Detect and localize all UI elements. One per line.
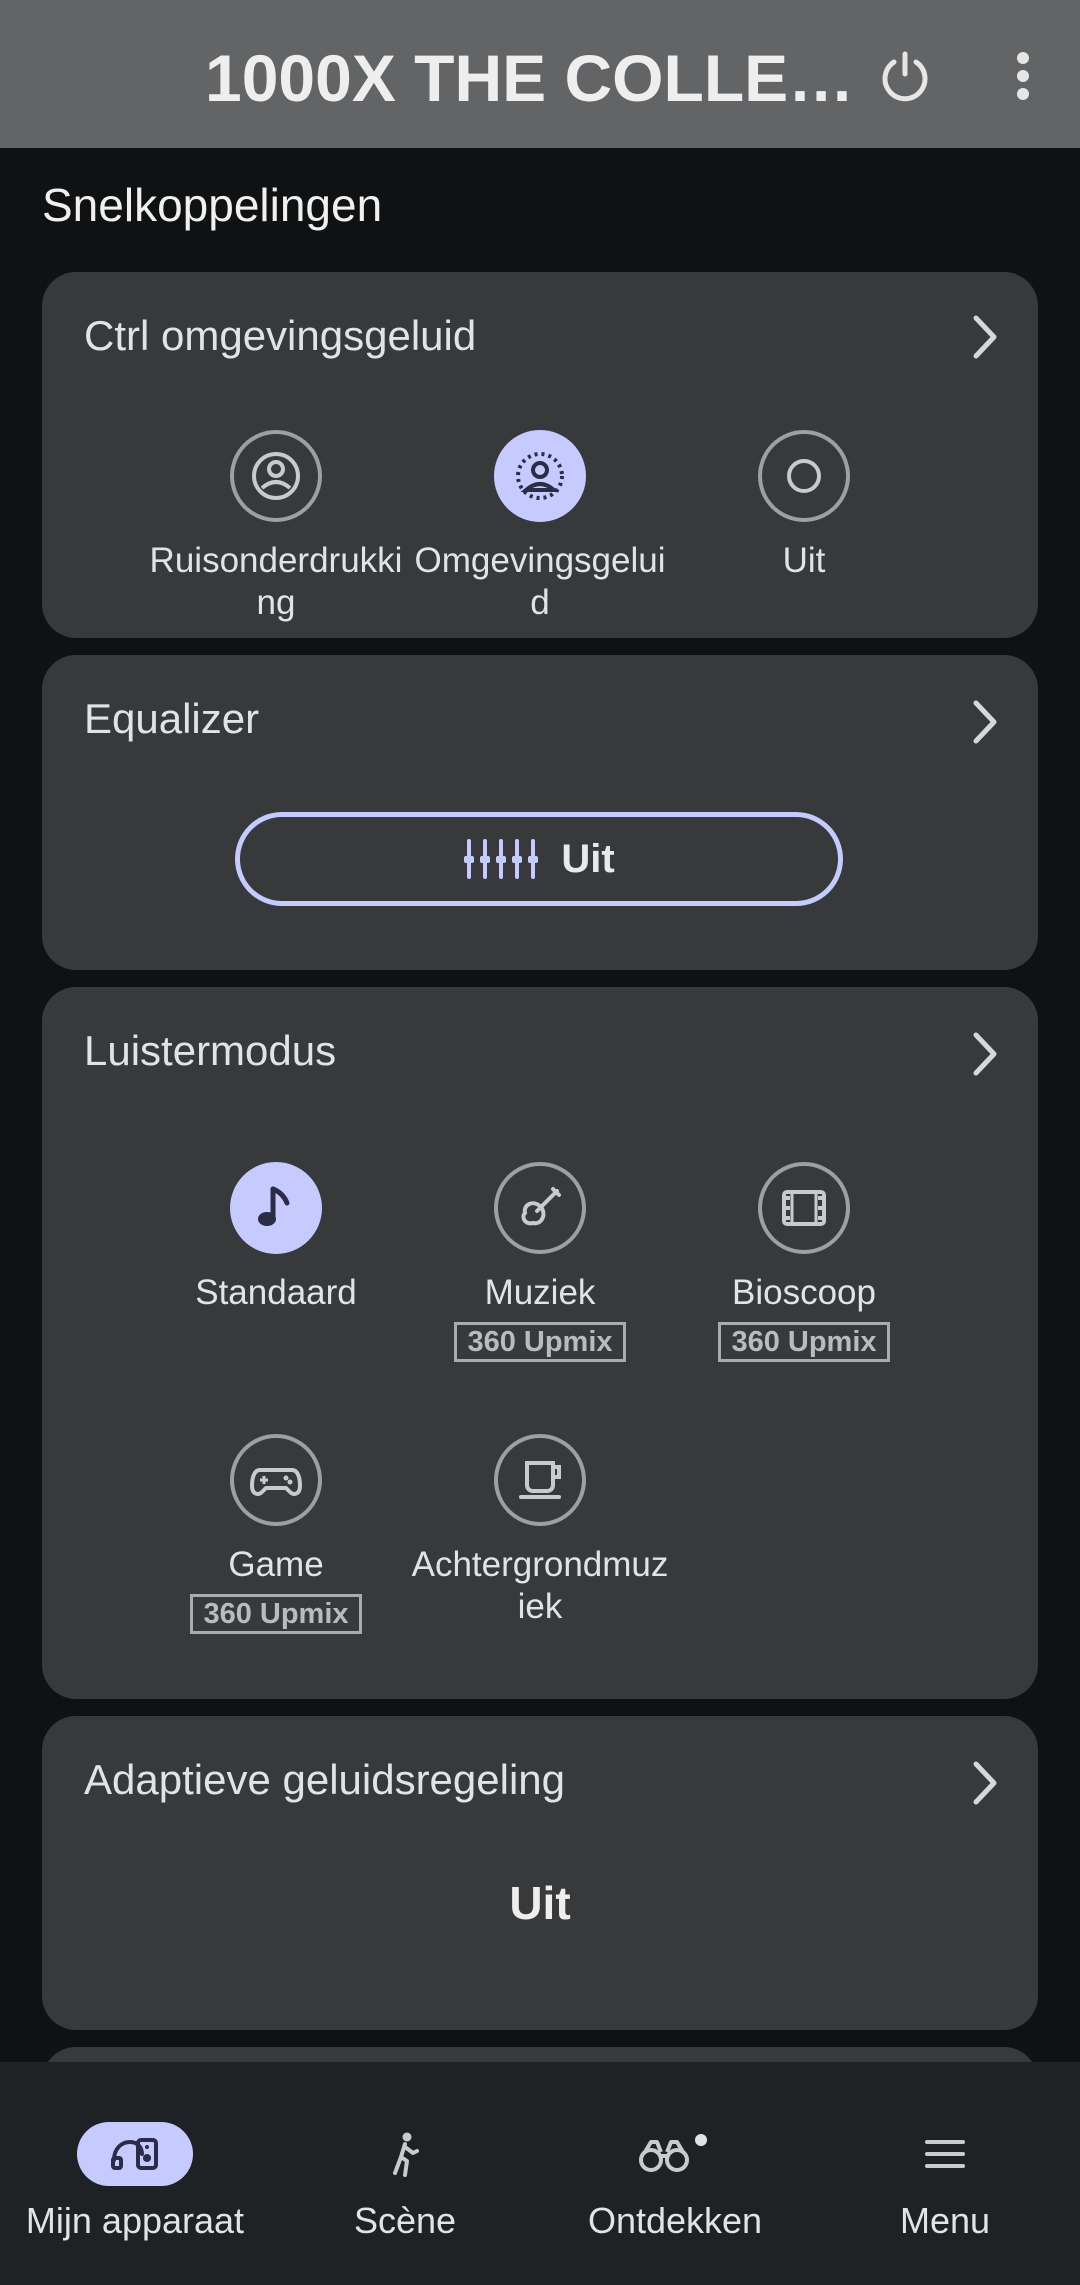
menu-icon [887,2122,1003,2186]
ambient-option-label: Uit [782,541,826,580]
power-button[interactable] [870,38,940,114]
listening-option-label: Standaard [195,1273,357,1312]
ambient-option-label: Omgevingsgeluid [414,541,666,622]
equalizer-icon [464,839,539,879]
nav-label: Mijn apparaat [25,2200,245,2241]
walking-person-icon [347,2122,463,2186]
listening-mode-card[interactable]: Luistermodus Standaard Muziek 360 Upmix [42,987,1038,1699]
power-icon [882,51,928,102]
ambient-option-label: Ruisonderdrukking [149,541,403,622]
nav-label: Scène [353,2200,457,2241]
listening-option-cinema[interactable]: Bioscoop 360 Upmix [672,1162,936,1362]
listening-option-music[interactable]: Muziek 360 Upmix [408,1162,672,1362]
upmix-badge: 360 Upmix [454,1322,626,1362]
film-icon [758,1162,850,1254]
device-title: 1000X THE COLLEXION [205,41,875,115]
nav-item-menu[interactable]: Menu [810,2062,1080,2285]
adaptive-sound-card[interactable]: Adaptieve geluidsregeling Uit [42,1716,1038,2030]
listening-mode-card-title: Luistermodus [84,1027,337,1074]
listening-option-label: Game [228,1545,324,1584]
ambient-option-ambient-sound[interactable]: Omgevingsgeluid [408,430,672,624]
upmix-badge: 360 Upmix [718,1322,890,1362]
equalizer-card[interactable]: Equalizer Uit [42,655,1038,970]
music-note-icon [230,1162,322,1254]
adaptive-value: Uit [509,1877,571,1929]
chevron-right-icon[interactable] [964,1758,1004,1808]
nav-label: Menu [899,2200,991,2241]
nav-item-discover[interactable]: Ontdekken [540,2062,810,2285]
upmix-badge: 360 Upmix [190,1594,362,1634]
listening-option-label: Bioscoop [732,1273,876,1312]
chevron-right-icon[interactable] [964,697,1004,747]
nav-label: Ontdekken [587,2200,763,2241]
equalizer-value: Uit [561,836,615,881]
ambient-card[interactable]: Ctrl omgevingsgeluid Ruisonderdrukking O… [42,272,1038,638]
equalizer-toggle-button[interactable]: Uit [235,812,843,906]
gamepad-icon [230,1434,322,1526]
ambient-card-title: Ctrl omgevingsgeluid [84,312,477,359]
off-circle-icon [758,430,850,522]
ambient-sound-icon [494,430,586,522]
my-device-icon [77,2122,193,2186]
coffee-cup-icon [494,1434,586,1526]
guitar-icon [494,1162,586,1254]
ambient-option-noise-cancel[interactable]: Ruisonderdrukking [144,430,408,624]
adaptive-card-title: Adaptieve geluidsregeling [84,1756,566,1803]
chevron-right-icon[interactable] [964,1029,1004,1079]
listening-option-background-music[interactable]: Achtergrondmuziek [408,1434,672,1628]
listening-option-game[interactable]: Game 360 Upmix [144,1434,408,1634]
listening-option-label: Muziek [484,1273,596,1312]
listening-option-standard[interactable]: Standaard [144,1162,408,1314]
nav-item-my-device[interactable]: Mijn apparaat [0,2062,270,2285]
listening-option-label: Achtergrondmuziek [411,1545,669,1626]
equalizer-card-title: Equalizer [84,695,260,742]
app-header: 1000X THE COLLEXION [0,0,1080,148]
ambient-option-off[interactable]: Uit [672,430,936,582]
more-vert-icon [1017,52,1029,100]
binoculars-icon [617,2122,733,2186]
noise-cancel-icon [230,430,322,522]
section-title: Snelkoppelingen [42,179,383,231]
bottom-navigation: Mijn apparaat Scène Ontdekken Menu [0,2062,1080,2285]
more-options-button[interactable] [988,38,1058,114]
chevron-right-icon[interactable] [964,312,1004,362]
nav-item-scene[interactable]: Scène [270,2062,540,2285]
